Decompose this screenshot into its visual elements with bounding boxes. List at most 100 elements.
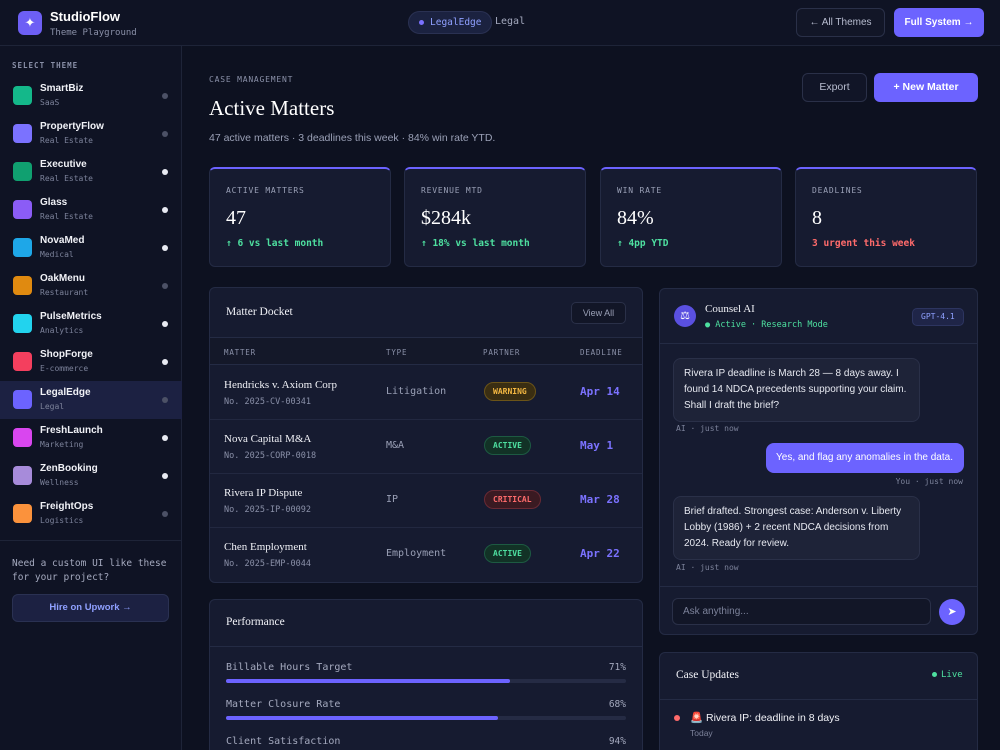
sidebar-item-category: Wellness	[40, 478, 79, 487]
matter-deadline: Apr 22	[580, 547, 620, 560]
matter-name: Rivera IP Dispute	[224, 487, 303, 499]
status-badge: CRITICAL	[484, 490, 541, 509]
view-all-button[interactable]: View All	[571, 302, 626, 324]
theme-swatch-icon	[13, 314, 32, 333]
theme-swatch-icon	[13, 86, 32, 105]
sidebar-item-category: Marketing	[40, 440, 84, 449]
sidebar-item-oakmenu[interactable]: OakMenu Restaurant	[0, 267, 182, 305]
sidebar-item-glass[interactable]: Glass Real Estate	[0, 191, 182, 229]
bar-value: 68%	[608, 699, 626, 710]
sidebar-item-category: Restaurant	[40, 288, 89, 297]
ai-message: Brief drafted. Strongest case: Anderson …	[673, 496, 920, 560]
sidebar-heading: SELECT THEME	[12, 61, 79, 70]
theme-swatch-icon	[13, 200, 32, 219]
matter-name: Nova Capital M&A	[224, 433, 312, 445]
sidebar-item-category: Analytics	[40, 326, 84, 335]
stat-delta: ↑ 18% vs last month	[421, 238, 530, 249]
sidebar-item-freshlaunch[interactable]: FreshLaunch Marketing	[0, 419, 182, 457]
status-dot-icon	[162, 283, 168, 289]
live-dot-icon	[932, 672, 937, 677]
stat-delta: ↑ 4pp YTD	[617, 238, 669, 249]
matter-name: Hendricks v. Axiom Corp	[224, 379, 337, 391]
matter-name: Chen Employment	[224, 541, 307, 553]
new-matter-button[interactable]: + New Matter	[874, 73, 978, 102]
sidebar-item-legaledge[interactable]: LegalEdge Legal	[0, 381, 182, 419]
alert-dot-icon	[674, 715, 680, 721]
sidebar-item-novamed[interactable]: NovaMed Medical	[0, 229, 182, 267]
sidebar-item-zenbooking[interactable]: ZenBooking Wellness	[0, 457, 182, 495]
performance-panel: Performance Billable Hours Target 71% Matt…	[209, 599, 643, 750]
theme-swatch-icon	[13, 428, 32, 447]
model-badge: GPT-4.1	[912, 308, 964, 326]
page-title: Active Matters	[209, 96, 335, 120]
sidebar-item-category: Legal	[40, 402, 65, 411]
theme-swatch-icon	[13, 276, 32, 295]
stat-label: REVENUE MTD	[421, 186, 483, 195]
message-meta: You · just now	[895, 477, 963, 486]
case-updates-panel: Case Updates Live 🚨 Rivera IP: deadline …	[659, 652, 978, 750]
sidebar-item-label: NovaMed	[40, 235, 85, 246]
col-type: TYPE	[386, 348, 408, 357]
theme-swatch-icon	[13, 238, 32, 257]
theme-swatch-icon	[13, 124, 32, 143]
sidebar-item-label: ShopForge	[40, 349, 93, 360]
sidebar-item-label: SmartBiz	[40, 83, 84, 94]
matter-docket-panel: Matter Docket View All MATTER TYPE PARTN…	[209, 287, 643, 583]
sidebar-item-category: Real Estate	[40, 174, 93, 183]
matter-deadline: May 1	[580, 439, 614, 452]
sidebar-item-label: FreightOps	[40, 501, 94, 512]
ai-message: Rivera IP deadline is March 28 — 8 days …	[673, 358, 920, 422]
matter-number: No. 2025-EMP-0044	[224, 559, 311, 569]
updates-divider	[660, 699, 977, 700]
sidebar-item-executive[interactable]: Executive Real Estate	[0, 153, 182, 191]
performance-divider	[210, 646, 642, 647]
table-row[interactable]: Rivera IP Dispute No. 2025-IP-00092 IP CRIT…	[210, 474, 642, 528]
status-dot-icon	[162, 131, 168, 137]
current-theme-category: Legal	[495, 16, 526, 27]
sidebar-item-category: SaaS	[40, 98, 60, 107]
sidebar-item-freightops[interactable]: FreightOps Logistics	[0, 495, 182, 533]
stat-value: 47	[226, 207, 246, 229]
all-themes-button[interactable]: ← All Themes	[796, 8, 885, 37]
send-icon[interactable]: ➤	[939, 599, 965, 625]
table-row[interactable]: Nova Capital M&A No. 2025-CORP-0018 M&A ACT…	[210, 420, 642, 474]
update-time: Today	[690, 728, 713, 738]
sidebar-item-label: OakMenu	[40, 273, 86, 284]
table-row[interactable]: Chen Employment No. 2025-EMP-0044 Employme…	[210, 528, 642, 582]
sidebar-item-pulsemetrics[interactable]: PulseMetrics Analytics	[0, 305, 182, 343]
hire-on-upwork-button[interactable]: Hire on Upwork →	[12, 594, 169, 622]
current-theme-label: LegalEdge	[430, 17, 482, 28]
sidebar-item-shopforge[interactable]: ShopForge E-commerce	[0, 343, 182, 381]
stat-card: ACTIVE MATTERS 47 ↑ 6 vs last month	[209, 167, 391, 267]
assistant-input[interactable]	[672, 598, 931, 625]
live-indicator: Live	[932, 670, 963, 680]
bar-label: Matter Closure Rate	[226, 699, 341, 710]
matter-number: No. 2025-CORP-0018	[224, 451, 317, 461]
section-eyebrow: CASE MANAGEMENT	[209, 75, 294, 84]
sidebar-item-smartbiz[interactable]: SmartBiz SaaS	[0, 77, 182, 115]
table-row[interactable]: Hendricks v. Axiom Corp No. 2025-CV-00341…	[210, 366, 642, 420]
status-dot-icon	[162, 511, 168, 517]
theme-swatch-icon	[13, 162, 32, 181]
progress-fill	[226, 679, 510, 683]
progress-fill	[226, 716, 498, 720]
matter-type: M&A	[386, 440, 405, 451]
status-dot-icon	[162, 397, 168, 403]
bar-label: Billable Hours Target	[226, 662, 353, 673]
status-dot-icon	[162, 207, 168, 213]
status-dot-icon	[162, 93, 168, 99]
page-subtitle: 47 active matters · 3 deadlines this wee…	[209, 132, 496, 144]
ai-assistant-panel: ⚖ Counsel AI ● Active · Research Mode GP…	[659, 288, 978, 635]
matter-type: IP	[386, 494, 399, 505]
status-dot-icon	[162, 169, 168, 175]
sidebar-divider	[0, 540, 182, 541]
stat-card: DEADLINES 8 3 urgent this week	[795, 167, 977, 267]
sidebar-item-propertyflow[interactable]: PropertyFlow Real Estate	[0, 115, 182, 153]
assistant-input-divider	[660, 586, 977, 587]
theme-swatch-icon	[13, 504, 32, 523]
matter-type: Litigation	[386, 386, 447, 397]
theme-sidebar: SELECT THEME SmartBiz SaaS PropertyFlow Rea…	[0, 46, 182, 750]
full-system-button[interactable]: Full System →	[894, 8, 984, 37]
theme-dot-icon	[419, 20, 424, 25]
export-button[interactable]: Export	[802, 73, 867, 102]
